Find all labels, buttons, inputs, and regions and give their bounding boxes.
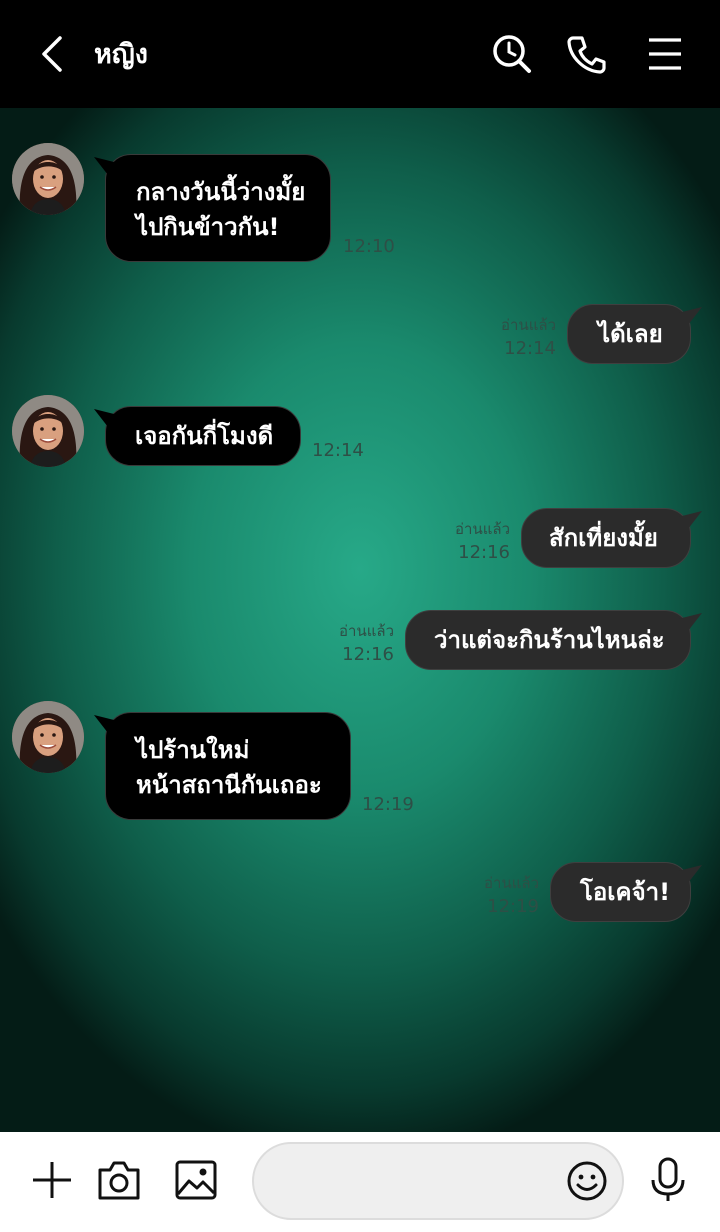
read-status: อ่านแล้ว bbox=[484, 874, 539, 892]
input-bar bbox=[0, 1132, 720, 1232]
bubble-tail bbox=[94, 409, 118, 427]
camera-icon bbox=[98, 1161, 140, 1200]
message-text: ได้เลย bbox=[598, 320, 663, 348]
emoji-icon bbox=[567, 1161, 607, 1201]
gallery-button[interactable] bbox=[172, 1156, 220, 1204]
message-time: 12:14 bbox=[504, 338, 556, 359]
avatar-image bbox=[12, 395, 84, 467]
bubble-tail bbox=[678, 307, 702, 325]
avatar-image bbox=[12, 143, 84, 215]
read-status: อ่านแล้ว bbox=[339, 622, 394, 640]
message-time: 12:10 bbox=[343, 236, 395, 257]
message-bubble-outgoing[interactable]: ว่าแต่จะกินร้านไหนล่ะ bbox=[405, 610, 702, 670]
read-status: อ่านแล้ว bbox=[501, 316, 556, 334]
message-bubble-outgoing[interactable]: สักเที่ยงมั้ย bbox=[521, 508, 702, 568]
message-bubble-incoming[interactable]: กลางวันนี้ว่างมั้ย ไปกินข้าวกัน! bbox=[94, 154, 331, 262]
avatar-image bbox=[12, 701, 84, 773]
bubble-tail bbox=[94, 157, 118, 175]
microphone-icon bbox=[651, 1157, 685, 1201]
history-search-icon bbox=[493, 35, 531, 73]
contact-avatar[interactable] bbox=[12, 143, 84, 215]
camera-button[interactable] bbox=[95, 1156, 143, 1204]
bubble-tail bbox=[678, 613, 702, 631]
chat-title: หญิง bbox=[94, 39, 148, 70]
message-text-line: ไปกินข้าวกัน! bbox=[136, 213, 280, 241]
voice-button[interactable] bbox=[644, 1156, 692, 1204]
plus-icon bbox=[33, 1162, 71, 1198]
contact-avatar[interactable] bbox=[12, 395, 84, 467]
message-text: เจอกันกี่โมงดี bbox=[135, 422, 274, 450]
message-text: ว่าแต่จะกินร้านไหนล่ะ bbox=[434, 626, 665, 654]
call-button[interactable] bbox=[562, 30, 610, 78]
message-time: 12:16 bbox=[458, 542, 510, 563]
message-bubble-incoming[interactable]: ไปร้านใหม่ หน้าสถานีกันเถอะ bbox=[94, 712, 351, 820]
message-text-line: กลางวันนี้ว่างมั้ย bbox=[136, 178, 306, 206]
bubble-tail bbox=[94, 715, 118, 733]
message-bubble-outgoing[interactable]: ได้เลย bbox=[567, 304, 702, 364]
message-time: 12:16 bbox=[342, 644, 394, 665]
bubble-tail bbox=[678, 511, 702, 529]
chat-header: หญิง bbox=[0, 0, 720, 108]
bubble-tail bbox=[678, 865, 702, 883]
message-text: สักเที่ยงมั้ย bbox=[549, 524, 658, 552]
message-bubble-outgoing[interactable]: โอเคจ้า! bbox=[550, 862, 702, 922]
message-time: 12:14 bbox=[312, 440, 364, 461]
message-text-line: ไปร้านใหม่ bbox=[136, 736, 250, 764]
menu-icon bbox=[649, 38, 681, 70]
history-search-button[interactable] bbox=[488, 30, 536, 78]
phone-icon bbox=[567, 36, 606, 74]
emoji-button[interactable] bbox=[564, 1158, 610, 1204]
message-text-line: หน้าสถานีกันเถอะ bbox=[136, 771, 322, 799]
image-icon bbox=[175, 1160, 217, 1200]
back-button[interactable] bbox=[34, 30, 74, 78]
back-icon bbox=[42, 36, 62, 72]
menu-button[interactable] bbox=[642, 30, 690, 78]
contact-avatar[interactable] bbox=[12, 701, 84, 773]
read-status: อ่านแล้ว bbox=[455, 520, 510, 538]
message-time: 12:19 bbox=[362, 794, 414, 815]
message-time: 12:19 bbox=[487, 896, 539, 917]
add-button[interactable] bbox=[28, 1156, 76, 1204]
message-input[interactable] bbox=[252, 1142, 624, 1220]
message-text: โอเคจ้า! bbox=[580, 878, 671, 906]
message-bubble-incoming[interactable]: เจอกันกี่โมงดี bbox=[94, 406, 301, 466]
